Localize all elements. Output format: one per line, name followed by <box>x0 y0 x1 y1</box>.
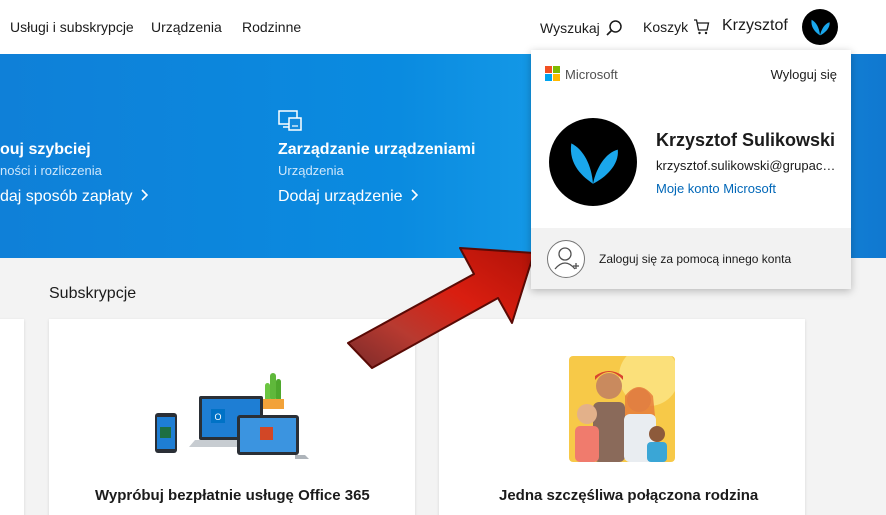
office-devices-illustration: O <box>155 373 309 459</box>
nav-family[interactable]: Rodzinne <box>242 19 301 35</box>
nav-avatar-button[interactable] <box>802 9 838 45</box>
billing-title: ouj szybciej <box>0 141 91 158</box>
billing-subtitle: ności i rozliczenia <box>0 163 102 178</box>
search-label: Wyszukaj <box>540 20 600 36</box>
nav-services-subscriptions[interactable]: Usługi i subskrypcje <box>10 19 134 35</box>
devices-icon <box>278 110 302 131</box>
chevron-right-icon <box>411 189 419 201</box>
add-payment-label: daj sposób zapłaty <box>0 188 133 205</box>
cart-icon <box>694 19 710 35</box>
add-payment-link[interactable]: daj sposób zapłaty <box>0 188 150 206</box>
svg-text:O: O <box>214 412 221 422</box>
top-navigation: Usługi i subskrypcje Urządzenia Rodzinne… <box>0 0 886 54</box>
account-full-name: Krzysztof Sulikowski <box>656 130 836 150</box>
search-icon <box>606 20 622 36</box>
account-email: krzysztof.sulikowski@grupacentrum.pl <box>656 158 839 173</box>
red-arrow-annotation <box>347 247 535 369</box>
office-trial-title: Wypróbuj bezpłatnie usługę Office 365 <box>95 487 370 504</box>
search-button[interactable]: Wyszukaj <box>540 19 623 37</box>
sign-out-link[interactable]: Wyloguj się <box>771 67 837 82</box>
nav-devices[interactable]: Urządzenia <box>151 19 222 35</box>
account-dropdown: Microsoft Wyloguj się Krzysztof Sulikows… <box>531 50 851 289</box>
family-illustration <box>569 356 675 462</box>
add-person-icon <box>547 240 585 278</box>
sign-in-other-account-row[interactable]: Zaloguj się za pomocą innego konta <box>531 228 851 289</box>
add-device-label: Dodaj urządzenie <box>278 188 403 205</box>
subscriptions-heading: Subskrypcje <box>49 285 137 302</box>
nav-user-name[interactable]: Krzysztof <box>722 17 788 35</box>
subscription-card-partial <box>0 319 24 515</box>
devices-subtitle: Urządzenia <box>278 163 344 178</box>
sign-in-other-account-label: Zaloguj się za pomocą innego konta <box>599 252 792 266</box>
butterfly-logo-icon <box>811 19 830 36</box>
family-title: Jedna szczęśliwa połączona rodzina <box>499 487 759 504</box>
devices-title: Zarządzanie urządzeniami <box>278 141 476 158</box>
butterfly-logo-icon <box>570 143 618 184</box>
add-device-link[interactable]: Dodaj urządzenie <box>278 188 420 206</box>
microsoft-brand-label: Microsoft <box>565 67 618 82</box>
account-avatar <box>549 118 637 206</box>
microsoft-logo <box>545 66 560 81</box>
cart-label: Koszyk <box>643 19 689 35</box>
my-microsoft-account-link[interactable]: Moje konto Microsoft <box>656 181 776 196</box>
chevron-right-icon <box>141 189 149 201</box>
cart-button[interactable]: Koszyk <box>643 19 710 35</box>
